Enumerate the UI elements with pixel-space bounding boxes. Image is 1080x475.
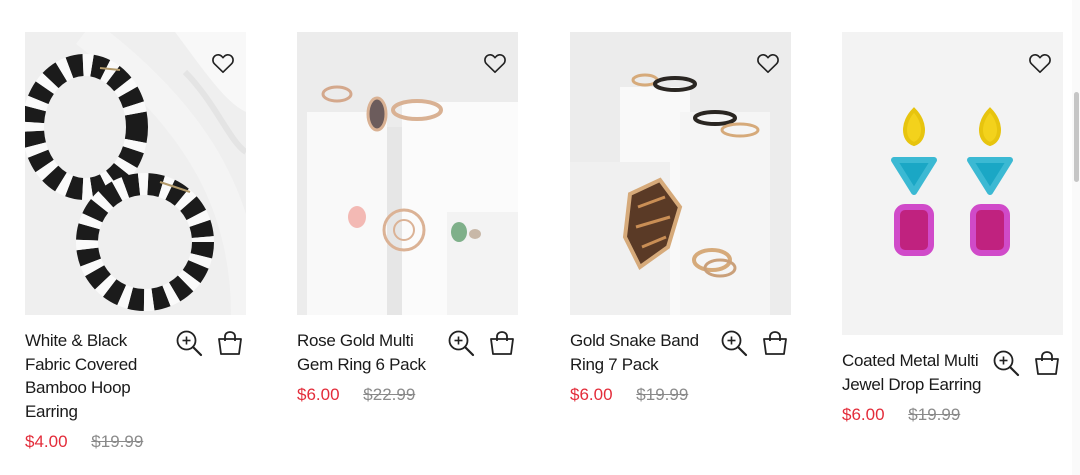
zoom-in-icon[interactable] [447,329,475,357]
shopping-bag-icon[interactable] [216,329,244,357]
product-name[interactable]: White & Black Fabric Covered Bamboo Hoop… [25,329,165,423]
heart-icon[interactable] [755,50,781,76]
sale-price: $6.00 [297,385,340,404]
original-price: $19.99 [91,432,144,451]
original-price: $19.99 [908,405,961,424]
product-card[interactable]: Rose Gold Multi Gem Ring 6 Pack $6.00 $2… [297,32,518,405]
zoom-in-icon[interactable] [992,349,1020,377]
product-image[interactable] [297,32,518,315]
product-image[interactable] [842,32,1063,335]
zoom-in-icon[interactable] [175,329,203,357]
original-price: $19.99 [636,385,689,404]
heart-icon[interactable] [1027,50,1053,76]
product-card[interactable]: Gold Snake Band Ring 7 Pack $6.00 $19.99 [570,32,791,405]
product-image[interactable] [25,32,246,315]
sale-price: $6.00 [570,385,613,404]
product-card[interactable]: Coated Metal Multi Jewel Drop Earring $6… [842,32,1063,425]
shopping-bag-icon[interactable] [1033,349,1061,377]
shopping-bag-icon[interactable] [488,329,516,357]
heart-icon[interactable] [482,50,508,76]
shopping-bag-icon[interactable] [761,329,789,357]
product-card[interactable]: White & Black Fabric Covered Bamboo Hoop… [25,32,246,452]
sale-price: $6.00 [842,405,885,424]
original-price: $22.99 [363,385,416,404]
product-image[interactable] [570,32,791,315]
zoom-in-icon[interactable] [720,329,748,357]
product-name[interactable]: Coated Metal Multi Jewel Drop Earring [842,349,982,396]
product-name[interactable]: Rose Gold Multi Gem Ring 6 Pack [297,329,437,376]
jewel-drop-earrings-image [842,32,1063,335]
heart-icon[interactable] [210,50,236,76]
scrollbar[interactable] [1072,0,1080,475]
scrollbar-thumb[interactable] [1074,92,1079,182]
product-name[interactable]: Gold Snake Band Ring 7 Pack [570,329,710,376]
sale-price: $4.00 [25,432,68,451]
